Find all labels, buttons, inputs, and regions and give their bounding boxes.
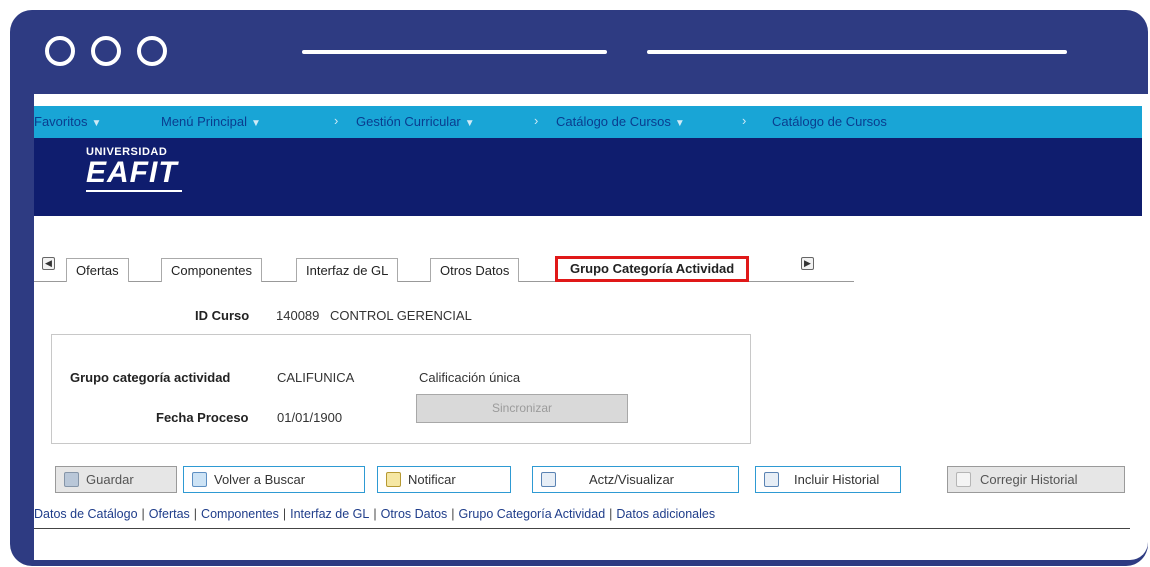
process-date-label: Fecha Proceso: [156, 410, 249, 425]
tab-otros-datos[interactable]: Otros Datos: [430, 258, 520, 282]
nav-catalogo-cursos[interactable]: Catálogo de Cursos ▼: [556, 114, 685, 129]
dropdown-caret-icon: ▼: [674, 118, 685, 129]
window-frame: Favoritos ▼ Menú Principal ▼ › Gestión Cur…: [10, 10, 1148, 566]
link-grupo-categoria-actividad[interactable]: Grupo Categoría Actividad: [459, 507, 606, 521]
action-toolbar: Guardar Volver a Buscar Notificar Actz/V…: [34, 466, 1142, 496]
activity-group-box: [51, 334, 751, 444]
link-componentes[interactable]: Componentes: [201, 507, 279, 521]
notify-button[interactable]: Notificar: [377, 466, 511, 493]
tab-next-arrow-icon[interactable]: ▶: [801, 257, 814, 270]
tab-prev-arrow-icon[interactable]: ◀: [42, 257, 55, 270]
include-history-button[interactable]: Incluir Historial: [755, 466, 901, 493]
course-id-label: ID Curso: [195, 308, 250, 323]
category-value: CALIFUNICA: [277, 370, 355, 385]
sync-button[interactable]: Sincronizar: [416, 394, 628, 423]
link-interfaz-gl[interactable]: Interfaz de GL: [290, 507, 369, 521]
history-icon: [764, 472, 779, 487]
app-content: Favoritos ▼ Menú Principal ▼ › Gestión Cur…: [34, 94, 1148, 560]
title-bar-line: [647, 50, 1067, 54]
title-bar-line: [302, 50, 607, 54]
back-to-search-button[interactable]: Volver a Buscar: [183, 466, 365, 493]
category-label: Grupo categoría actividad: [70, 370, 231, 385]
refresh-view-button[interactable]: Actz/Visualizar: [532, 466, 739, 493]
search-icon: [192, 472, 207, 487]
tab-interfaz-gl[interactable]: Interfaz de GL: [296, 258, 399, 282]
eafit-logo: UNIVERSIDAD EAFIT: [86, 146, 182, 192]
divider: [34, 528, 1130, 529]
refresh-icon: [541, 472, 556, 487]
correct-history-button[interactable]: Corregir Historial: [947, 466, 1125, 493]
save-icon: [64, 472, 79, 487]
window-control-dot[interactable]: [137, 36, 167, 66]
category-description: Calificación única: [419, 370, 521, 385]
breadcrumb-separator-icon: ›: [742, 113, 747, 128]
window-title-bar: [10, 10, 1148, 92]
breadcrumb-separator-icon: ›: [534, 113, 539, 128]
nav-catalogo-cursos-current[interactable]: Catálogo de Cursos: [772, 114, 887, 129]
dropdown-caret-icon: ▼: [251, 118, 261, 129]
course-id-value: 140089: [276, 308, 320, 323]
window-control-dot[interactable]: [91, 36, 121, 66]
nav-menu-principal[interactable]: Menú Principal ▼: [161, 114, 261, 129]
page-links-bar: Datos de Catálogo | Ofertas | Componentes | In…: [34, 507, 716, 521]
link-datos-adicionales[interactable]: Datos adicionales: [616, 507, 715, 521]
course-name: CONTROL GERENCIAL: [330, 308, 472, 323]
breadcrumb-separator-icon: ›: [334, 113, 339, 128]
nav-favoritos[interactable]: Favoritos ▼: [34, 114, 101, 129]
link-datos-catalogo[interactable]: Datos de Catálogo: [34, 507, 138, 521]
tab-bar: ◀ Ofertas Componentes Interfaz de GL Otr…: [34, 254, 894, 282]
navigation-bar: Favoritos ▼ Menú Principal ▼ › Gestión Cur…: [34, 106, 1142, 138]
tab-grupo-categoria-actividad[interactable]: Grupo Categoría Actividad: [555, 256, 750, 282]
link-otros-datos[interactable]: Otros Datos: [381, 507, 448, 521]
save-button[interactable]: Guardar: [55, 466, 177, 493]
link-ofertas[interactable]: Ofertas: [149, 507, 190, 521]
process-date-value: 01/01/1900: [277, 410, 343, 425]
tab-ofertas[interactable]: Ofertas: [66, 258, 129, 282]
dropdown-caret-icon: ▼: [91, 118, 102, 129]
dropdown-caret-icon: ▼: [464, 118, 475, 129]
tab-componentes[interactable]: Componentes: [161, 258, 262, 282]
nav-gestion-curricular[interactable]: Gestión Curricular ▼: [356, 114, 475, 129]
edit-icon: [956, 472, 971, 487]
window-control-dot[interactable]: [45, 36, 75, 66]
header-banner: UNIVERSIDAD EAFIT: [34, 138, 1142, 216]
envelope-icon: [386, 472, 401, 487]
